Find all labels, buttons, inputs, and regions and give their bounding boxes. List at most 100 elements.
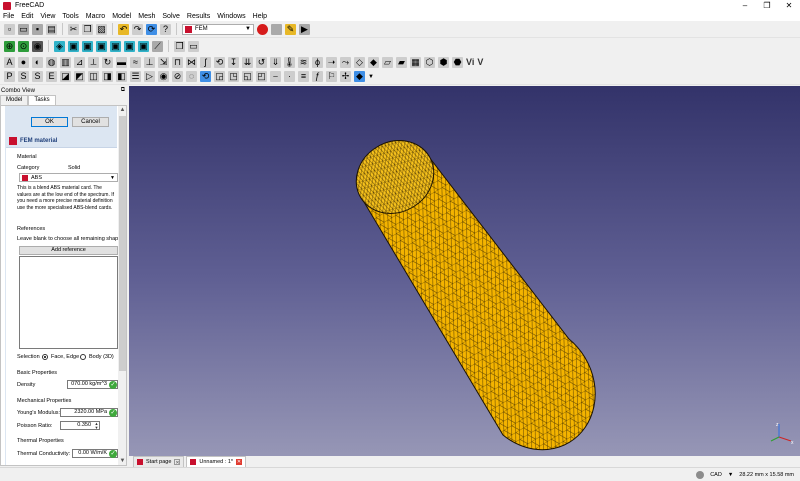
result-show-icon[interactable]: ◉ <box>158 71 169 82</box>
beam-section-icon[interactable]: ⟂ <box>88 56 99 68</box>
new-document-icon[interactable]: ▫ <box>4 23 15 35</box>
menu-model[interactable]: Model <box>112 13 131 20</box>
execute-macro-icon[interactable]: ▶ <box>299 23 310 35</box>
menu-tools[interactable]: Tools <box>62 13 78 20</box>
constraint-centrif-icon[interactable]: ↺ <box>256 56 267 68</box>
scalar-clip-icon[interactable]: ◳ <box>228 71 239 82</box>
element-geometry-icon[interactable]: ⊿ <box>74 56 85 68</box>
equation-flow-icon[interactable]: ◫ <box>88 71 99 82</box>
material-selector[interactable]: ABS ▼ <box>19 173 118 182</box>
material-fluid-icon[interactable]: ◐ <box>32 56 43 68</box>
cancel-button[interactable]: Cancel <box>72 117 109 127</box>
chevron-down-icon[interactable]: ▼ <box>728 472 733 478</box>
isometric-view-icon[interactable]: ◈ <box>54 40 65 52</box>
redo-icon[interactable]: ↷ <box>132 23 143 35</box>
beam-rotation-icon[interactable]: ↻ <box>102 56 113 68</box>
solver-icon[interactable]: P <box>4 71 15 82</box>
constraint-force-icon[interactable]: ↧ <box>228 56 239 68</box>
result-purge-icon[interactable]: ⊘ <box>172 71 183 82</box>
close-tab-icon[interactable]: ✕ <box>174 459 181 466</box>
fluid-section-icon[interactable]: ≈ <box>130 56 141 68</box>
cut-function-icon[interactable]: ◱ <box>242 71 253 82</box>
mesh-netgen-icon[interactable]: ◇ <box>354 56 365 68</box>
constraint-pressure-icon[interactable]: ⇊ <box>242 56 253 68</box>
bottom-view-icon[interactable]: ▣ <box>124 40 135 52</box>
post-pipeline-icon[interactable]: ◌ <box>186 71 197 82</box>
post-filter-icon[interactable]: ⟲ <box>200 71 211 82</box>
mesh-cylinder[interactable] <box>129 86 800 467</box>
fem-text-v-icon[interactable]: V <box>477 57 483 67</box>
flow-velocity-icon[interactable]: ➝ <box>326 56 337 68</box>
menu-windows[interactable]: Windows <box>217 13 245 20</box>
tab-unnamed-document[interactable]: Unnamed : 1* ✕ <box>186 456 247 467</box>
electrostatic-icon[interactable]: ϕ <box>312 56 323 68</box>
equation-fluxsolver-icon[interactable]: ◧ <box>116 71 127 82</box>
rear-view-icon[interactable]: ▣ <box>110 40 121 52</box>
references-list[interactable] <box>19 256 118 349</box>
solver-run-icon[interactable]: ▷ <box>144 71 155 82</box>
ok-button[interactable]: OK <box>31 117 68 127</box>
undo-icon[interactable]: ↶ <box>118 23 129 35</box>
material-solid-icon[interactable]: ● <box>18 56 29 68</box>
macros-icon[interactable]: ✎ <box>285 23 296 35</box>
refresh-icon[interactable]: ⟳ <box>146 23 157 35</box>
tab-model[interactable]: Model <box>0 95 29 105</box>
record-macro-icon[interactable] <box>257 23 268 35</box>
constraint-fixed-icon[interactable]: ⊥ <box>144 56 155 68</box>
data-along-line-icon[interactable]: ⎯ <box>270 71 281 82</box>
analysis-icon[interactable]: A <box>4 56 15 68</box>
solver-control-icon[interactable]: ☰ <box>130 71 141 82</box>
whats-this-icon[interactable]: ? <box>160 23 171 35</box>
cut-icon[interactable]: ✂ <box>68 23 79 35</box>
mesh-from-shape-icon[interactable]: ⬣ <box>452 56 463 68</box>
tab-start-page[interactable]: Start page ✕ <box>133 456 185 467</box>
menu-mesh[interactable]: Mesh <box>138 13 155 20</box>
constraint-contact-icon[interactable]: ⊓ <box>172 56 183 68</box>
minimize-button[interactable]: – <box>734 0 756 11</box>
menu-view[interactable]: View <box>40 13 55 20</box>
close-tab-icon[interactable]: ✕ <box>236 459 243 465</box>
linearized-stress-icon[interactable]: ≡ <box>298 71 309 82</box>
menu-help[interactable]: Help <box>253 13 267 20</box>
constraint-displacement-icon[interactable]: ⇲ <box>158 56 169 68</box>
top-view-icon[interactable]: ▣ <box>82 40 93 52</box>
post-functions-icon[interactable]: ƒ <box>312 71 323 82</box>
clip-region-icon[interactable]: ◲ <box>214 71 225 82</box>
nonlinear-material-icon[interactable]: ◍ <box>46 56 57 68</box>
stop-macro-icon[interactable] <box>271 23 282 35</box>
add-reference-button[interactable]: Add reference <box>19 246 118 255</box>
shell-thickness-icon[interactable]: ▬ <box>116 56 127 68</box>
menu-results[interactable]: Results <box>187 13 210 20</box>
mesh-display-icon[interactable]: ⬢ <box>438 56 449 68</box>
scrollbar-thumb[interactable] <box>119 116 126 371</box>
equation-elasticity-icon[interactable]: ◪ <box>60 71 71 82</box>
undock-icon[interactable]: ⧉ <box>121 87 125 94</box>
constraint-transform-icon[interactable]: ⟲ <box>214 56 225 68</box>
menu-file[interactable]: File <box>3 13 14 20</box>
scroll-down-icon[interactable]: ▼ <box>118 457 126 465</box>
warp-vector-icon[interactable]: ◰ <box>256 71 267 82</box>
close-button[interactable]: ✕ <box>778 0 800 11</box>
reinforced-material-icon[interactable]: ▥ <box>60 56 71 68</box>
tab-tasks[interactable]: Tasks <box>28 95 56 105</box>
solver-elmer-icon[interactable]: E <box>46 71 57 82</box>
maximize-button[interactable]: ❐ <box>756 0 778 11</box>
draw-style-icon[interactable]: ◉ <box>32 40 43 52</box>
scroll-up-icon[interactable]: ▲ <box>118 106 126 115</box>
save-icon[interactable]: ▪ <box>32 23 43 35</box>
paste-icon[interactable]: ▧ <box>96 23 107 35</box>
data-at-point-icon[interactable]: · <box>284 71 295 82</box>
constraint-spring-icon[interactable]: ʃ <box>200 56 211 68</box>
constraint-tie-icon[interactable]: ⋈ <box>186 56 197 68</box>
mesh-group-icon[interactable]: ▦ <box>410 56 421 68</box>
part-icon[interactable]: ❒ <box>174 40 185 52</box>
fem-text-vi-icon[interactable]: Vi <box>466 57 474 67</box>
menu-edit[interactable]: Edit <box>21 13 33 20</box>
clip-plane-icon[interactable]: ⚐ <box>326 71 337 82</box>
navigation-style[interactable]: CAD <box>710 472 722 478</box>
constraint-heatflux-icon[interactable]: ≋ <box>298 56 309 68</box>
fit-all-icon[interactable]: ⊕ <box>4 40 15 52</box>
fit-selection-icon[interactable]: ⊙ <box>18 40 29 52</box>
mesh-clear-icon[interactable]: ⬡ <box>424 56 435 68</box>
group-icon[interactable]: ▭ <box>188 40 199 52</box>
